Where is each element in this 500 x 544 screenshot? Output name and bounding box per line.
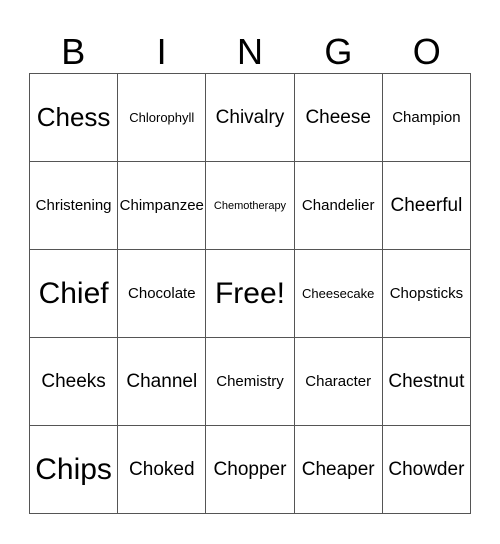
bingo-cell[interactable]: Chandelier bbox=[294, 162, 383, 250]
bingo-cell-label: Cheese bbox=[305, 106, 371, 128]
bingo-cell[interactable]: Cheese bbox=[294, 74, 383, 162]
bingo-cell[interactable]: Cheerful bbox=[382, 162, 471, 250]
bingo-cell-label: Choked bbox=[129, 458, 195, 480]
bingo-cell[interactable]: Chowder bbox=[382, 426, 471, 514]
bingo-cell-label: Chopsticks bbox=[389, 285, 464, 302]
bingo-cell[interactable]: Free! bbox=[206, 250, 295, 338]
bingo-cell-label: Chemotherapy bbox=[213, 199, 287, 212]
bingo-cell-label: Chestnut bbox=[388, 370, 465, 392]
bingo-cell-label: Chocolate bbox=[128, 285, 196, 302]
header-letter-o: O bbox=[412, 31, 441, 72]
bingo-header: B I N G O bbox=[29, 30, 471, 73]
bingo-cell[interactable]: Choked bbox=[118, 426, 207, 514]
bingo-cell[interactable]: Christening bbox=[30, 162, 119, 250]
bingo-cell-label: Champion bbox=[392, 109, 461, 126]
bingo-cell[interactable]: Chess bbox=[30, 74, 119, 162]
bingo-cell-label: Chlorophyll bbox=[129, 110, 195, 125]
bingo-cell[interactable]: Champion bbox=[382, 74, 471, 162]
header-letter-b: B bbox=[61, 31, 86, 72]
bingo-grid: Chess Chlorophyll Chivalry Cheese Champion Ch… bbox=[29, 73, 471, 514]
bingo-cell[interactable]: Chlorophyll bbox=[118, 74, 207, 162]
bingo-cell-label: Chimpanzee bbox=[119, 197, 204, 214]
bingo-cell[interactable]: Cheaper bbox=[294, 426, 383, 514]
bingo-cell-label: Cheesecake bbox=[302, 286, 375, 301]
bingo-cell[interactable]: Chestnut bbox=[382, 338, 471, 426]
bingo-cell[interactable]: Cheeks bbox=[30, 338, 119, 426]
bingo-cell-label: Chopper bbox=[213, 458, 287, 480]
bingo-cell-label: Christening bbox=[35, 197, 112, 214]
bingo-cell-label: Chips bbox=[35, 452, 112, 486]
bingo-cell-label: Chemistry bbox=[216, 373, 284, 390]
bingo-cell-label: Channel bbox=[126, 370, 198, 392]
header-letter-g: G bbox=[324, 31, 353, 72]
bingo-cell-label: Chief bbox=[38, 276, 109, 310]
bingo-cell-label: Character bbox=[305, 373, 372, 390]
bingo-cell-label: Free! bbox=[214, 276, 285, 310]
bingo-cell[interactable]: Channel bbox=[118, 338, 207, 426]
bingo-cell[interactable]: Chimpanzee bbox=[118, 162, 207, 250]
bingo-cell-label: Cheaper bbox=[301, 458, 375, 480]
header-letter-i: I bbox=[156, 31, 167, 72]
bingo-cell[interactable]: Chocolate bbox=[118, 250, 207, 338]
bingo-cell[interactable]: Chief bbox=[30, 250, 119, 338]
bingo-cell[interactable]: Character bbox=[294, 338, 383, 426]
bingo-cell[interactable]: Chips bbox=[30, 426, 119, 514]
bingo-cell-label: Chowder bbox=[388, 458, 465, 480]
bingo-cell[interactable]: Chopsticks bbox=[382, 250, 471, 338]
bingo-cell[interactable]: Chopper bbox=[206, 426, 295, 514]
bingo-cell-label: Cheeks bbox=[41, 370, 106, 392]
bingo-cell[interactable]: Chemistry bbox=[206, 338, 295, 426]
bingo-cell-label: Chivalry bbox=[215, 106, 285, 128]
header-letter-n: N bbox=[236, 31, 263, 72]
bingo-cell[interactable]: Cheesecake bbox=[294, 250, 383, 338]
bingo-cell[interactable]: Chivalry bbox=[206, 74, 295, 162]
bingo-cell-label: Cheerful bbox=[390, 194, 463, 216]
bingo-cell-label: Chess bbox=[36, 102, 111, 132]
bingo-cell-label: Chandelier bbox=[301, 197, 375, 214]
bingo-cell[interactable]: Chemotherapy bbox=[206, 162, 295, 250]
